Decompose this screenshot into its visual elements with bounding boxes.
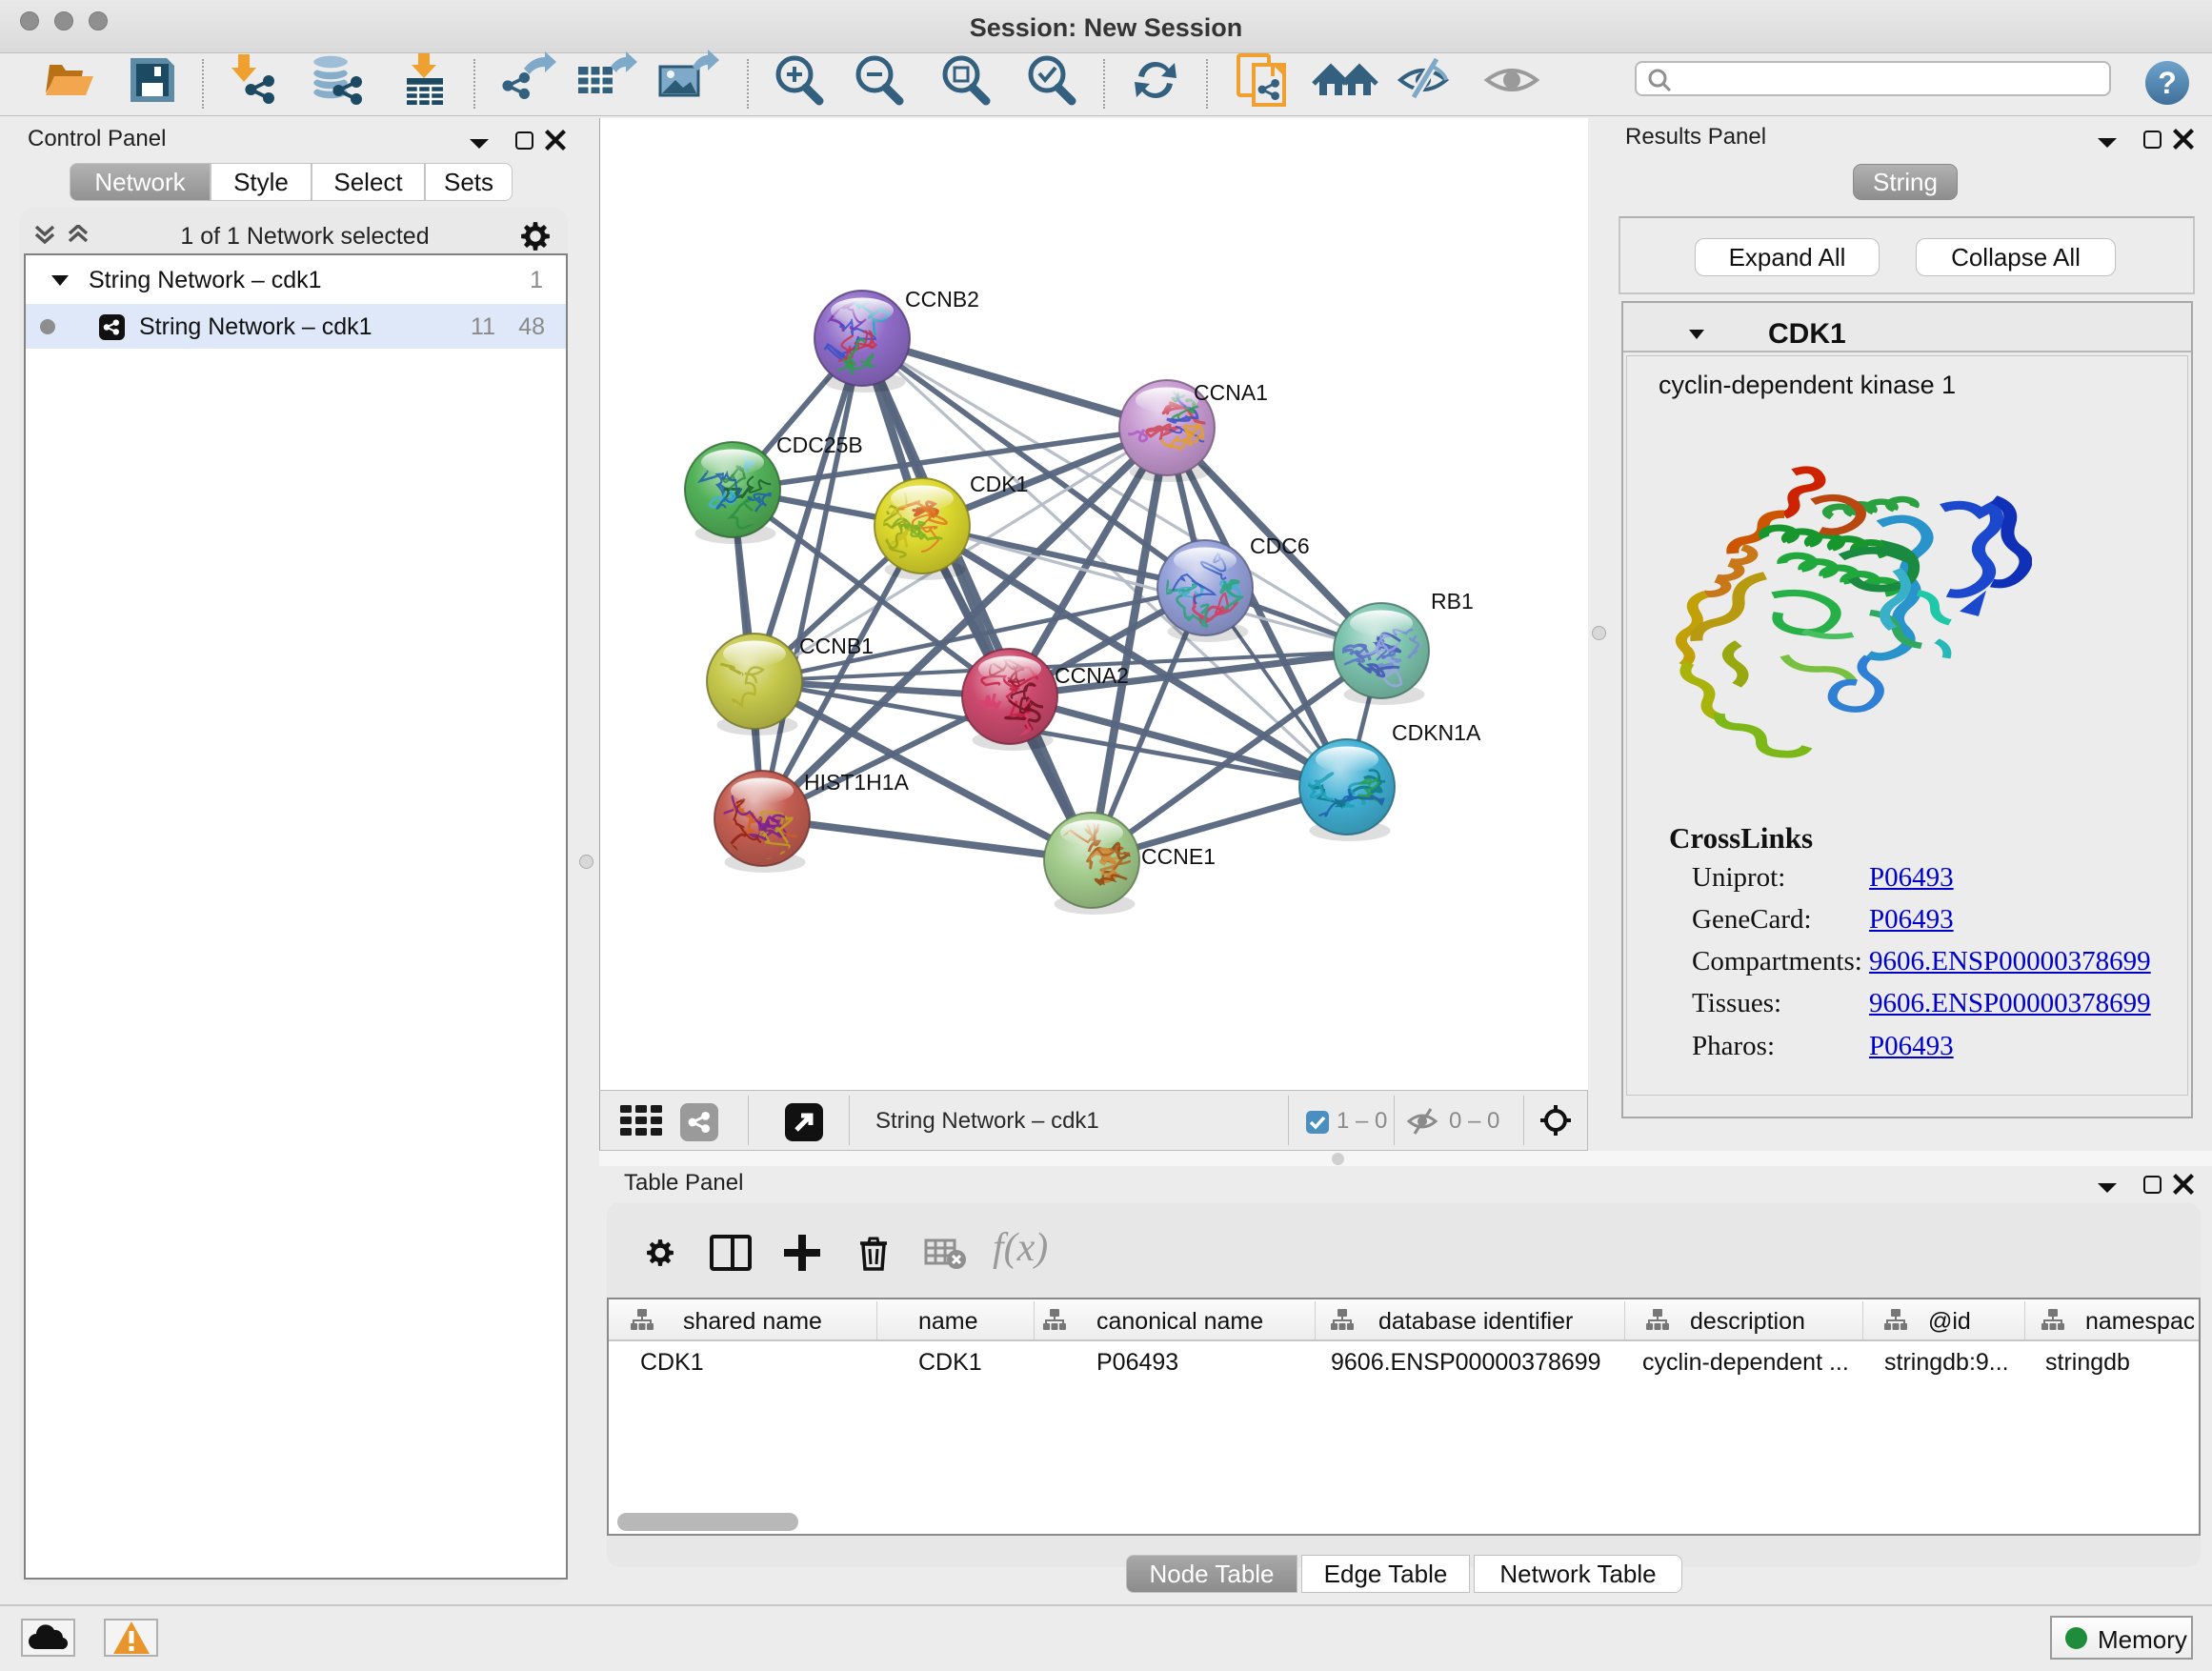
svg-text:CDKN1A: CDKN1A [1392,720,1481,745]
svg-text:CCNB2: CCNB2 [905,287,979,312]
svg-text:CDK1: CDK1 [970,472,1028,496]
svg-text:CCNA1: CCNA1 [1194,380,1268,405]
svg-text:CDC6: CDC6 [1250,534,1310,558]
svg-text:CCNB1: CCNB1 [799,634,874,658]
svg-text:RB1: RB1 [1431,589,1474,614]
svg-text:HIST1H1A: HIST1H1A [804,770,910,795]
svg-text:CCNA2: CCNA2 [1055,663,1129,688]
svg-text:CDC25B: CDC25B [776,433,863,457]
svg-text:CCNE1: CCNE1 [1141,844,1216,869]
